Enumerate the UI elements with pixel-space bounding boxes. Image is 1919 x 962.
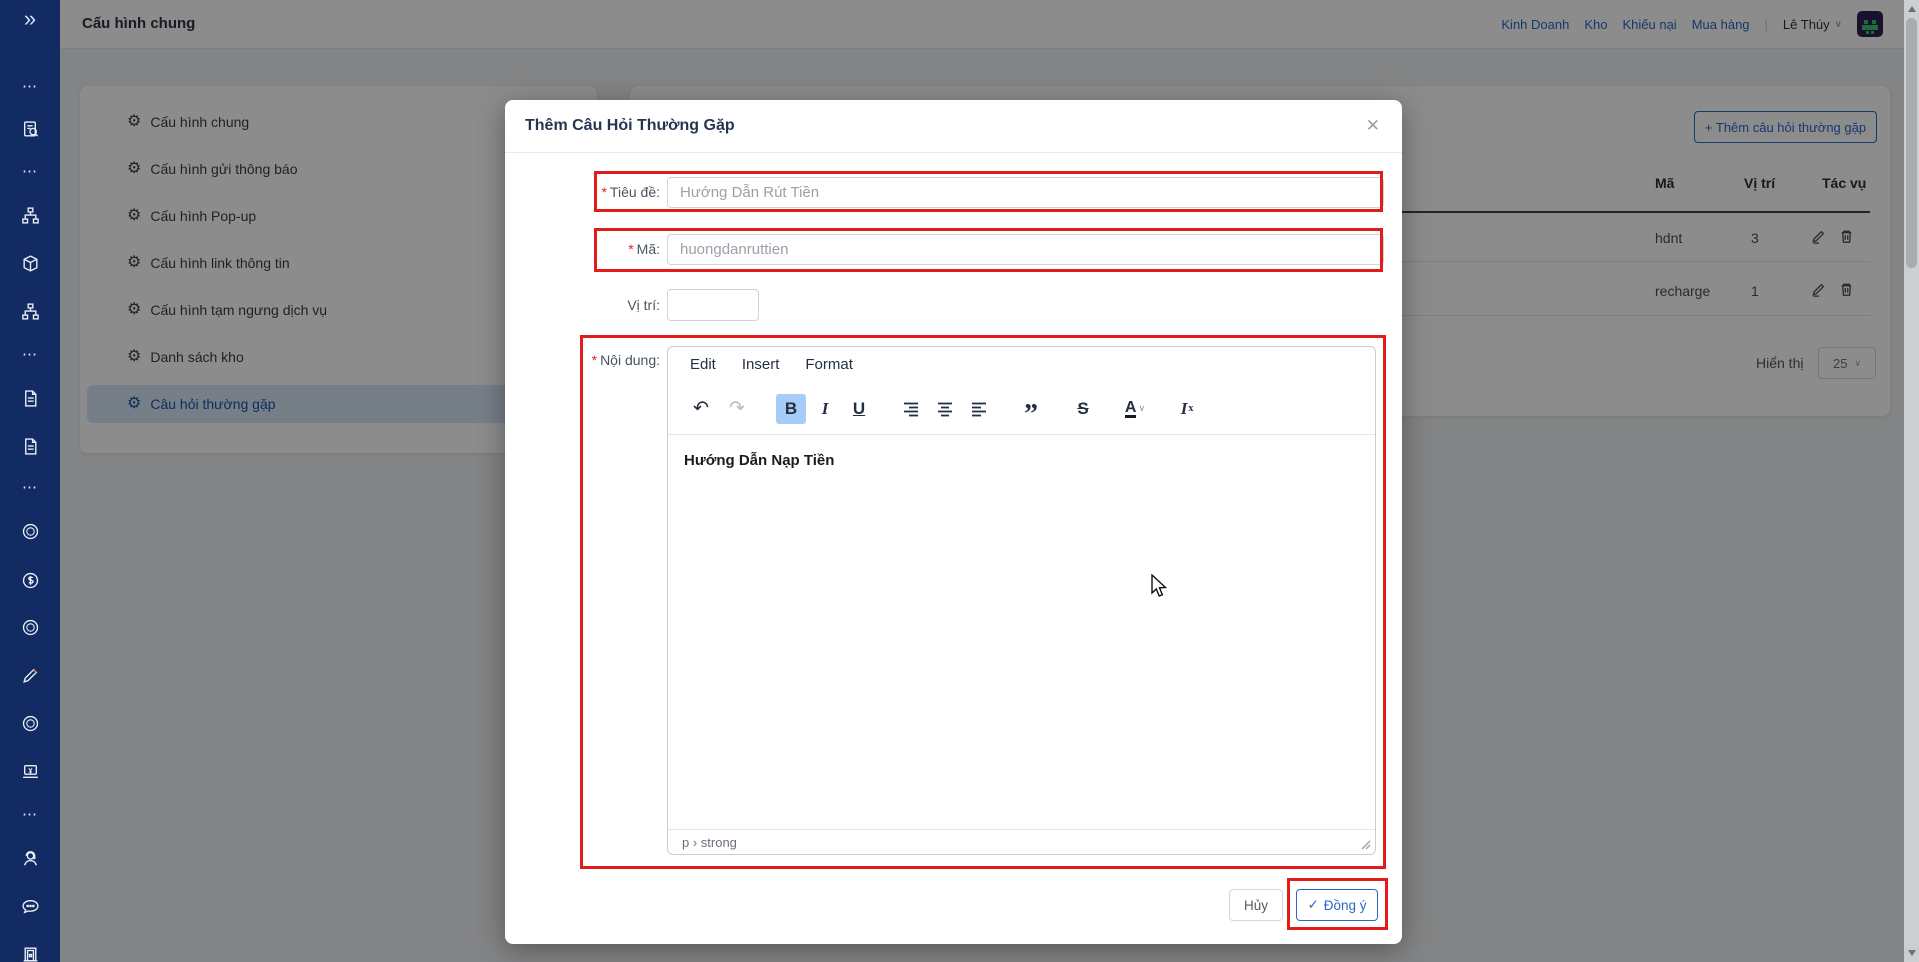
- close-icon[interactable]: ✕: [1366, 116, 1380, 136]
- align-center-icon[interactable]: [930, 394, 960, 424]
- app-root: » ⋯ ⋯ ⋯ ⋯ ⋯ Cấu hình chung Kinh Doanh Kh…: [0, 0, 1919, 962]
- align-right-icon[interactable]: [896, 394, 926, 424]
- strikethrough-button[interactable]: S: [1068, 394, 1098, 424]
- element-path: p › strong: [682, 835, 737, 850]
- icon-sidebar: » ⋯ ⋯ ⋯ ⋯ ⋯: [0, 0, 60, 962]
- ellipsis-icon[interactable]: ⋯: [0, 803, 60, 825]
- dollar-circle-icon[interactable]: [0, 569, 60, 591]
- ellipsis-icon[interactable]: ⋯: [0, 476, 60, 498]
- vi-tri-input[interactable]: [667, 289, 759, 321]
- editor-text: Hướng Dẫn Nạp Tiền: [684, 452, 834, 469]
- italic-button[interactable]: I: [810, 394, 840, 424]
- field-label-noi-dung: *Nội dung:: [505, 352, 660, 368]
- scroll-up-icon[interactable]: [1908, 6, 1916, 12]
- laptop-payment-icon[interactable]: [0, 760, 60, 782]
- underline-button[interactable]: U: [844, 394, 874, 424]
- scrollbar-thumb[interactable]: [1906, 18, 1917, 268]
- scroll-down-icon[interactable]: [1908, 950, 1916, 956]
- editor-menubar: Edit Insert Format: [668, 347, 1375, 383]
- ok-button[interactable]: ✓ Đồng ý: [1296, 889, 1378, 921]
- coin-icon[interactable]: [0, 520, 60, 542]
- ellipsis-icon[interactable]: ⋯: [0, 160, 60, 182]
- logout-door-icon[interactable]: [0, 943, 60, 962]
- editor-toolbar: ↶ ↷ B I U ” S A∨ Ix: [668, 383, 1375, 435]
- editor-menu-insert[interactable]: Insert: [742, 356, 780, 383]
- chevron-down-icon: ∨: [1138, 403, 1145, 414]
- editor-content[interactable]: Hướng Dẫn Nạp Tiền: [668, 435, 1375, 486]
- blockquote-icon[interactable]: ”: [1016, 394, 1046, 424]
- check-icon: ✓: [1307, 897, 1318, 913]
- cancel-button[interactable]: Hủy: [1229, 889, 1283, 921]
- editor-menu-format[interactable]: Format: [805, 356, 853, 383]
- modal-header-divider: [505, 152, 1402, 153]
- coin-icon[interactable]: [0, 712, 60, 734]
- field-label-ma: *Mã:: [505, 241, 660, 257]
- ma-input[interactable]: [667, 234, 1384, 265]
- collapse-sidebar-icon[interactable]: »: [0, 6, 60, 32]
- ellipsis-icon[interactable]: ⋯: [0, 343, 60, 365]
- field-label-tieu-de: *Tiêu đề:: [505, 184, 660, 200]
- clear-formatting-button[interactable]: Ix: [1172, 394, 1202, 424]
- tieu-de-input[interactable]: [667, 177, 1384, 208]
- field-label-vi-tri: Vị trí:: [505, 297, 660, 313]
- document-icon[interactable]: [0, 387, 60, 409]
- required-mark: *: [601, 184, 606, 200]
- support-agent-icon[interactable]: [0, 847, 60, 869]
- modal-title: Thêm Câu Hỏi Thường Gặp: [525, 117, 735, 135]
- package-icon[interactable]: [0, 252, 60, 274]
- undo-icon[interactable]: ↶: [686, 394, 716, 424]
- scrollbar[interactable]: [1904, 0, 1919, 962]
- coin-icon[interactable]: [0, 616, 60, 638]
- document-search-icon[interactable]: [0, 118, 60, 140]
- redo-icon[interactable]: ↷: [722, 394, 752, 424]
- align-left-icon[interactable]: [964, 394, 994, 424]
- editor-menu-edit[interactable]: Edit: [690, 356, 716, 383]
- pen-icon[interactable]: [0, 664, 60, 686]
- ellipsis-icon[interactable]: ⋯: [0, 75, 60, 97]
- resize-handle-icon[interactable]: [1359, 838, 1371, 850]
- add-faq-modal: Thêm Câu Hỏi Thường Gặp ✕ *Tiêu đề: *Mã:…: [505, 100, 1402, 944]
- sitemap-icon[interactable]: [0, 300, 60, 322]
- document-icon[interactable]: [0, 435, 60, 457]
- rich-text-editor: Edit Insert Format ↶ ↷ B I U ” S A∨ Ix H…: [667, 346, 1376, 855]
- sitemap-icon[interactable]: [0, 204, 60, 226]
- required-mark: *: [628, 241, 633, 257]
- text-color-button[interactable]: A∨: [1120, 394, 1150, 424]
- bold-button[interactable]: B: [776, 394, 806, 424]
- chat-icon[interactable]: [0, 895, 60, 917]
- required-mark: *: [592, 352, 597, 368]
- editor-status-bar: p › strong: [668, 829, 1375, 854]
